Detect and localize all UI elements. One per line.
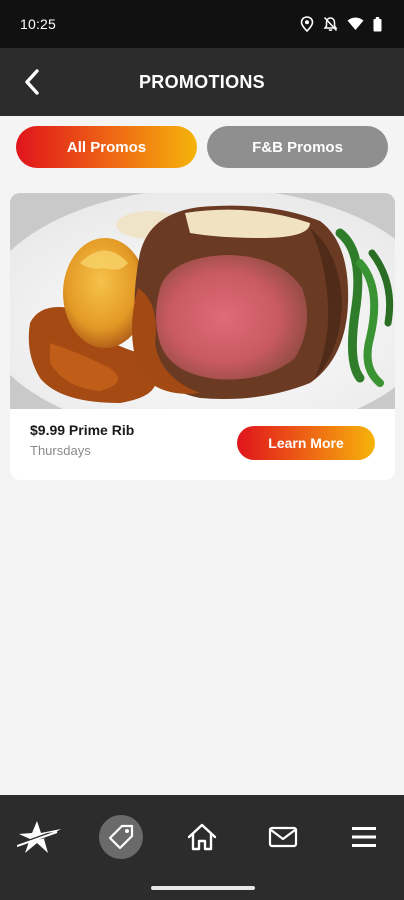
battery-icon [373, 16, 382, 31]
nav-menu[interactable] [340, 813, 388, 861]
learn-more-button[interactable]: Learn More [237, 426, 375, 460]
home-indicator[interactable] [151, 886, 255, 890]
mail-icon [268, 826, 298, 848]
promo-schedule: Thursdays [30, 443, 91, 458]
tag-icon [108, 824, 134, 850]
promo-title: $9.99 Prime Rib [30, 422, 135, 438]
promo-filter-tabs: All Promos F&B Promos [0, 126, 404, 170]
promo-image-prime-rib [10, 193, 395, 409]
tab-all-promos[interactable]: All Promos [16, 126, 197, 168]
app-header: PROMOTIONS [0, 48, 404, 116]
nav-star-logo[interactable] [16, 813, 64, 861]
back-button[interactable] [14, 64, 50, 100]
status-icons [300, 16, 382, 32]
status-time: 10:25 [20, 16, 57, 32]
menu-icon [352, 827, 376, 847]
nav-home[interactable] [178, 813, 226, 861]
promo-card[interactable]: $9.99 Prime Rib Thursdays Learn More [10, 193, 395, 480]
bell-off-icon [323, 16, 338, 32]
home-icon [187, 823, 217, 851]
back-arrow-icon [25, 69, 39, 95]
location-icon [300, 16, 314, 32]
nav-messages[interactable] [259, 813, 307, 861]
nav-promotions[interactable] [99, 815, 143, 859]
wifi-icon [347, 17, 364, 30]
star-logo-icon [17, 821, 61, 853]
page-title: PROMOTIONS [138, 71, 265, 92]
status-bar: 10:25 [0, 0, 404, 48]
promo-info: $9.99 Prime Rib Thursdays Learn More [10, 409, 395, 480]
bottom-nav [0, 795, 404, 900]
tab-fnb-promos[interactable]: F&B Promos [207, 126, 388, 168]
